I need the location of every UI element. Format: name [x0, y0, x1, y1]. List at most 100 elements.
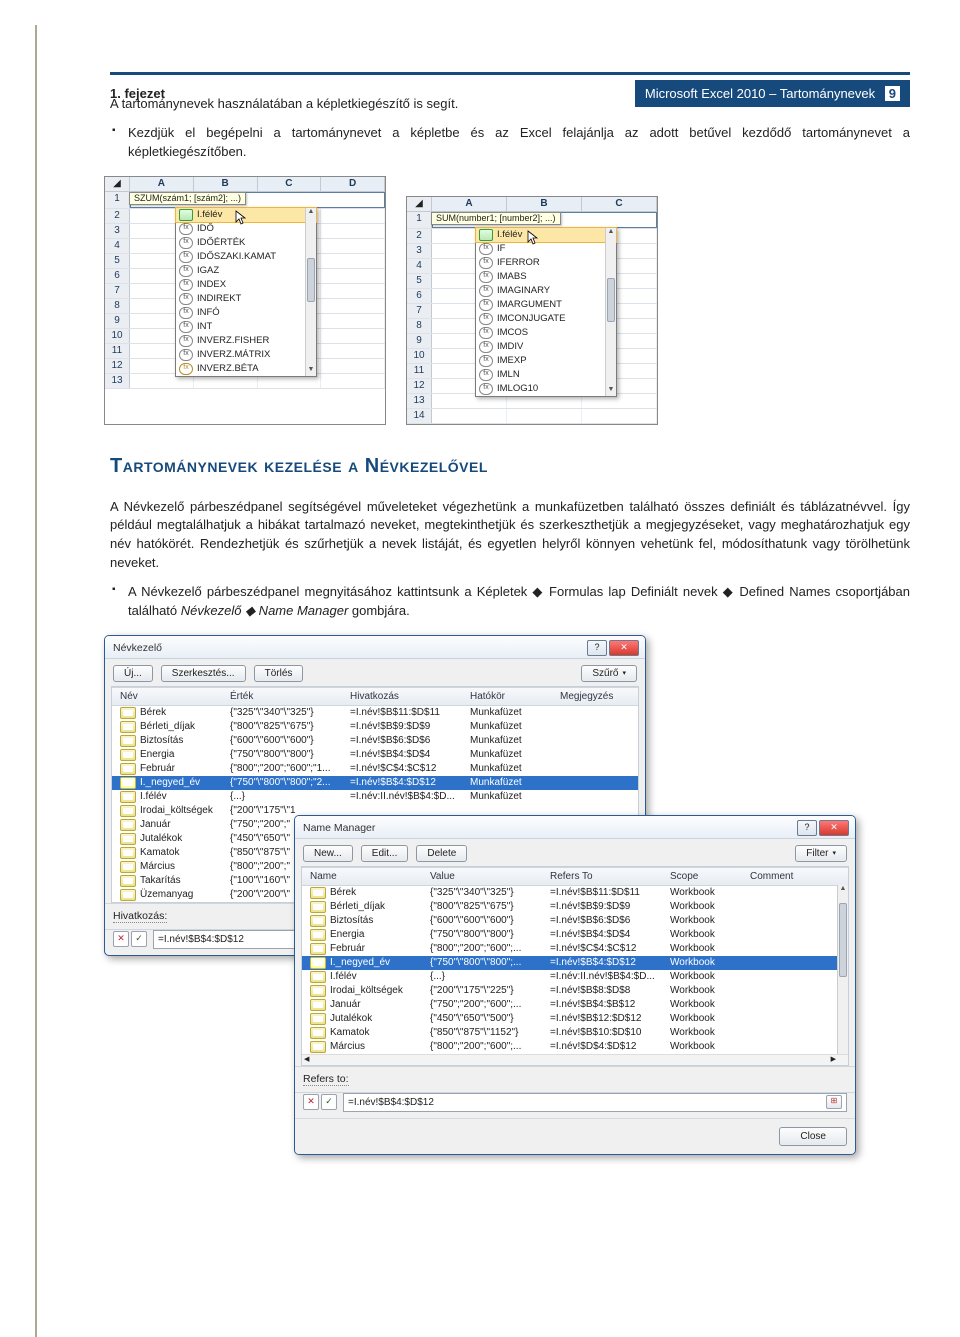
col-refersto[interactable]: Refers To — [550, 871, 670, 882]
list-row[interactable]: Jutalékok{"450"\"650"\"500"}=I.név!$B$12… — [302, 1012, 848, 1026]
row-12[interactable]: 12 — [407, 379, 432, 393]
list-row[interactable]: Bérek{"325"\"340"\"325"}=I.név!$B$11:$D$… — [112, 706, 638, 720]
row-6[interactable]: 6 — [407, 289, 432, 303]
edit-button[interactable]: Edit... — [361, 845, 409, 862]
dd-item[interactable]: fxINT — [176, 320, 316, 334]
row-9[interactable]: 9 — [105, 314, 130, 328]
row-12[interactable]: 12 — [105, 359, 130, 373]
list-row[interactable]: Energia{"750"\"800"\"800"}=I.név!$B$4:$D… — [302, 928, 848, 942]
list-row[interactable]: Január{"750";"200";"600";...=I.név!$B$4:… — [302, 998, 848, 1012]
cell[interactable] — [321, 209, 385, 223]
select-all-corner[interactable]: ◢ — [407, 197, 432, 211]
row-1[interactable]: 1 — [407, 212, 432, 228]
dd-item[interactable]: fxINVERZ.FISHER — [176, 334, 316, 348]
dd-item[interactable]: fxIMABS — [476, 270, 616, 284]
new-button[interactable]: New... — [303, 845, 353, 862]
row-5[interactable]: 5 — [105, 254, 130, 268]
close-button[interactable]: ✕ — [609, 640, 639, 656]
row-8[interactable]: 8 — [105, 299, 130, 313]
dropdown-scrollbar[interactable]: ▲▼ — [605, 228, 616, 396]
help-button[interactable]: ? — [797, 820, 817, 836]
col-b[interactable]: B — [194, 177, 258, 191]
row-2[interactable]: 2 — [407, 229, 432, 243]
col-b[interactable]: B — [507, 197, 582, 211]
edit-button[interactable]: Szerkesztés... — [161, 665, 246, 682]
cell[interactable] — [507, 409, 582, 423]
delete-button[interactable]: Delete — [416, 845, 467, 862]
col-scope[interactable]: Scope — [670, 871, 750, 882]
close-footer-button[interactable]: Close — [779, 1127, 847, 1146]
col-comment[interactable]: Comment — [750, 871, 840, 882]
dd-item[interactable]: fxINDEX — [176, 278, 316, 292]
dd-item[interactable]: fxIDŐSZAKI.KAMAT — [176, 250, 316, 264]
col-value[interactable]: Érték — [230, 691, 350, 702]
dd-item[interactable]: fxIF — [476, 242, 616, 256]
cell[interactable] — [321, 344, 385, 358]
cell[interactable] — [321, 284, 385, 298]
col-c[interactable]: C — [582, 197, 657, 211]
dd-item[interactable]: fxINFÓ — [176, 306, 316, 320]
list-row[interactable]: Február{"800";"200";"600";"1...=I.név!$C… — [112, 762, 638, 776]
autocomplete-dropdown-en[interactable]: I.félév fxIFfxIFERRORfxIMABSfxIMAGINARY f… — [475, 227, 617, 397]
dd-item-highlight[interactable]: I.félév — [176, 208, 316, 222]
cell[interactable] — [582, 409, 657, 423]
cancel-ref-icon[interactable]: ✕ — [303, 1094, 319, 1110]
col-name[interactable]: Name — [310, 871, 430, 882]
dd-item[interactable]: fxIMLN — [476, 368, 616, 382]
list-row[interactable]: Február{"800";"200";"600";...=I.név!$C$4… — [302, 942, 848, 956]
list-row[interactable]: I._negyed_év{"750"\"800"\"800";...=I.név… — [302, 956, 848, 970]
list-row[interactable]: Március{"800";"200";"600";...=I.név!$D$4… — [302, 1040, 848, 1054]
dd-item[interactable]: fxIMEXP — [476, 354, 616, 368]
row-2[interactable]: 2 — [105, 209, 130, 223]
row-3[interactable]: 3 — [105, 224, 130, 238]
cancel-ref-icon[interactable]: ✕ — [113, 931, 129, 947]
list-row[interactable]: Energia{"750"\"800"\"800"}=I.név!$B$4:$D… — [112, 748, 638, 762]
list-row[interactable]: Biztosítás{"600"\"600"\"600"}=I.név!$B$6… — [112, 734, 638, 748]
dd-item[interactable]: fxIFERROR — [476, 256, 616, 270]
cell[interactable] — [321, 269, 385, 283]
refersto-input[interactable]: =I.név!$B$4:$D$12 ⊞ — [343, 1093, 847, 1112]
list-header[interactable]: Name Value Refers To Scope Comment — [302, 867, 848, 886]
list-row[interactable]: I.félév{...}=I.név:II.név!$B$4:$D...Munk… — [112, 790, 638, 804]
cell[interactable] — [321, 299, 385, 313]
row-10[interactable]: 10 — [105, 329, 130, 343]
col-value[interactable]: Value — [430, 871, 550, 882]
delete-button[interactable]: Törlés — [254, 665, 304, 682]
dd-item[interactable]: fxIMCONJUGATE — [476, 312, 616, 326]
help-button[interactable]: ? — [587, 640, 607, 656]
col-scope[interactable]: Hatókör — [470, 691, 560, 702]
col-refersto[interactable]: Hivatkozás — [350, 691, 470, 702]
cell[interactable] — [321, 329, 385, 343]
list-header[interactable]: Név Érték Hivatkozás Hatókör Megjegyzés — [112, 687, 638, 706]
list-row[interactable]: Bérek{"325"\"340"\"325"}=I.név!$B$11:$D$… — [302, 886, 848, 900]
row-14[interactable]: 14 — [407, 409, 432, 423]
row-10[interactable]: 10 — [407, 349, 432, 363]
dd-item-highlight[interactable]: I.félév — [476, 228, 616, 242]
row-13[interactable]: 13 — [105, 374, 130, 388]
row-11[interactable]: 11 — [105, 344, 130, 358]
close-button[interactable]: ✕ — [819, 820, 849, 836]
row-5[interactable]: 5 — [407, 274, 432, 288]
row-13[interactable]: 13 — [407, 394, 432, 408]
col-name[interactable]: Név — [120, 691, 230, 702]
dd-item[interactable]: fxIMAGINARY — [476, 284, 616, 298]
row-1[interactable]: 1 — [105, 192, 130, 208]
autocomplete-dropdown-hu[interactable]: I.félév fxIDŐfxIDŐÉRTÉKfxIDŐSZAKI.KAMATf… — [175, 207, 317, 377]
filter-button[interactable]: Filter▾ — [795, 845, 847, 862]
col-comment[interactable]: Megjegyzés — [560, 691, 630, 702]
list-row[interactable]: Kamatok{"850"\"875"\"1152"}=I.név!$B$10:… — [302, 1026, 848, 1040]
row-11[interactable]: 11 — [407, 364, 432, 378]
cell[interactable] — [321, 239, 385, 253]
row-8[interactable]: 8 — [407, 319, 432, 333]
list-row[interactable]: Bérleti_díjak{"800"\"825"\"675"}=I.név!$… — [302, 900, 848, 914]
accept-ref-icon[interactable]: ✓ — [131, 931, 147, 947]
list-row[interactable]: Irodai_költségek{"200"\"175"\"225"}=I.né… — [302, 984, 848, 998]
cell[interactable] — [321, 254, 385, 268]
list-scrollbar[interactable]: ▲▼ — [837, 885, 848, 1065]
row-7[interactable]: 7 — [407, 304, 432, 318]
cell[interactable] — [432, 409, 507, 423]
row-3[interactable]: 3 — [407, 244, 432, 258]
accept-ref-icon[interactable]: ✓ — [321, 1094, 337, 1110]
list-row[interactable]: I._negyed_év{"750"\"800"\"800";"2...=I.n… — [112, 776, 638, 790]
dd-item[interactable]: fxINDIREKT — [176, 292, 316, 306]
